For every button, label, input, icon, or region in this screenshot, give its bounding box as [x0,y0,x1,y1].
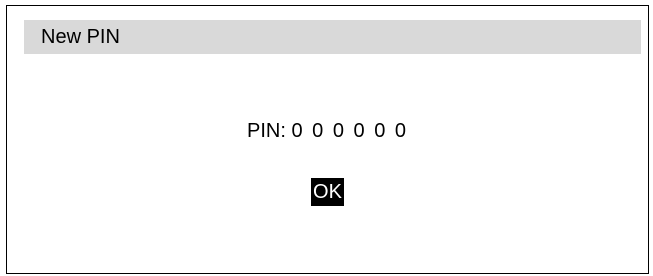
new-pin-dialog: New PIN PIN: 0 0 0 0 0 0 OK [6,5,649,274]
title-bar: New PIN [24,20,641,54]
button-row: OK [7,178,648,206]
pin-display: PIN: 0 0 0 0 0 0 [7,118,648,144]
pin-label: PIN: [247,120,286,142]
ok-button[interactable]: OK [311,178,344,206]
dialog-title: New PIN [41,26,120,48]
pin-value: 0 0 0 0 0 0 [291,120,408,142]
